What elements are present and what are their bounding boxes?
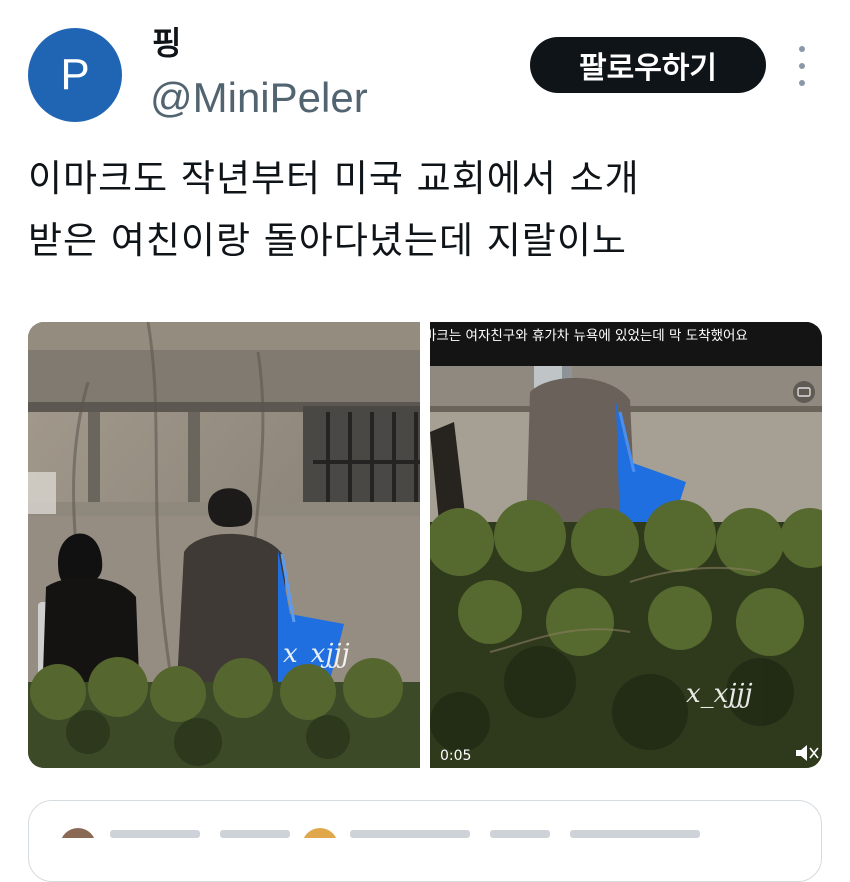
watermark-right: x_xjjj [686, 679, 753, 709]
quoted-tweet-card[interactable] [28, 800, 822, 882]
video-caption: 마크는 여자친구와 휴가차 뉴욕에 있었는데 막 도착했어요 [430, 328, 748, 344]
quoted-tweet-header-fragment [61, 828, 700, 838]
follow-button[interactable]: 팔로우하기 [530, 37, 766, 93]
street-video: 마크는 여자친구와 휴가차 뉴욕에 있었는데 막 도착했어요 x_xjjj 0:… [430, 322, 822, 768]
video-timestamp: 0:05 [440, 748, 471, 764]
street-photo: x_xjjj [28, 322, 420, 768]
media-photo-left[interactable]: x_xjjj [28, 322, 420, 768]
media-video-right[interactable]: 마크는 여자친구와 휴가차 뉴욕에 있었는데 막 도착했어요 x_xjjj 0:… [430, 322, 822, 768]
more-vertical-icon[interactable] [796, 46, 808, 86]
tweet-line-2: 받은 여친이랑 돌아다녔는데 지랄이노 [28, 219, 627, 262]
avatar[interactable]: P [28, 28, 122, 122]
display-name[interactable]: 핑 [152, 18, 181, 64]
avatar-letter: P [60, 50, 90, 99]
gif-badge-icon [793, 381, 815, 403]
watermark-left: x_xjjj [283, 639, 350, 669]
user-handle[interactable]: @MiniPeler [150, 74, 368, 122]
tweet-line-1: 이마크도 작년부터 미국 교회에서 소개 [28, 157, 640, 200]
tweet-text: 이마크도 작년부터 미국 교회에서 소개 받은 여친이랑 돌아다녔는데 지랄이노 [28, 148, 818, 272]
